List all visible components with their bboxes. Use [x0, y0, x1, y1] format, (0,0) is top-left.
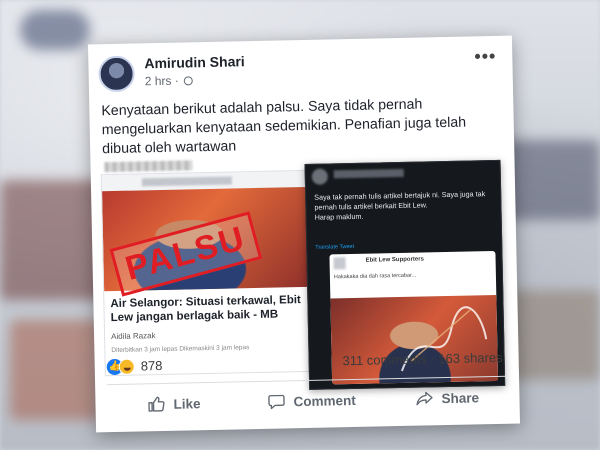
- article-screenshot[interactable]: PALSU Air Selangor: Situasi terkawal, Eb…: [100, 169, 323, 377]
- tweet-avatar: [311, 168, 328, 185]
- author-name[interactable]: Amirudin Shari: [144, 53, 245, 71]
- share-card-title: Ebit Lew Supporters: [365, 256, 424, 264]
- share-button[interactable]: Share: [415, 388, 479, 407]
- facebook-post-card: Amirudin Shari 2 hrs · ••• Kenyataan ber…: [87, 35, 521, 433]
- like-button[interactable]: Like: [147, 394, 201, 413]
- comment-label: Comment: [293, 392, 356, 409]
- background-blur-shape: [10, 320, 100, 420]
- background-blur-shape: [20, 10, 90, 50]
- article-byline: Aidila Razak: [111, 331, 156, 342]
- post-header: Amirudin Shari 2 hrs · •••: [98, 46, 503, 94]
- article-photo: PALSU: [102, 186, 321, 297]
- like-icon: [148, 396, 165, 412]
- palsu-stamp: PALSU: [109, 211, 263, 297]
- haha-reaction-icon[interactable]: [118, 358, 135, 375]
- like-label: Like: [173, 395, 201, 412]
- redacted-text: [104, 160, 193, 173]
- tweet-text: Saya tak pernah tulis artikel bertajuk n…: [314, 189, 486, 222]
- post-meta: 2 hrs ·: [145, 73, 194, 88]
- tweet-author-redacted: [333, 168, 404, 179]
- globe-icon: [184, 76, 194, 86]
- article-date: Diterbitkan 3 jam lepas Dikemaskini 3 ja…: [111, 344, 250, 355]
- reactions-count[interactable]: 878: [141, 358, 163, 373]
- comments-shares-count[interactable]: 311 comments · 163 shares: [342, 350, 502, 368]
- comment-icon: [268, 394, 285, 410]
- post-time[interactable]: 2 hrs ·: [145, 74, 183, 89]
- translate-tweet-link: Translate Tweet: [315, 243, 355, 251]
- share-icon: [416, 391, 433, 406]
- author-avatar[interactable]: [98, 55, 135, 93]
- share-card-text: Hakakaka dia dah rasa tercabar...: [333, 272, 417, 281]
- comment-button[interactable]: Comment: [267, 391, 356, 411]
- more-icon[interactable]: •••: [474, 46, 496, 67]
- share-label: Share: [441, 389, 480, 406]
- share-card-avatar: [333, 257, 346, 270]
- article-headline: Air Selangor: Situasi terkawal, Ebit Lew…: [110, 294, 301, 325]
- post-text: Kenyataan berikut adalah palsu. Saya tid…: [101, 96, 467, 158]
- post-actions: Like Comment Share: [107, 382, 508, 422]
